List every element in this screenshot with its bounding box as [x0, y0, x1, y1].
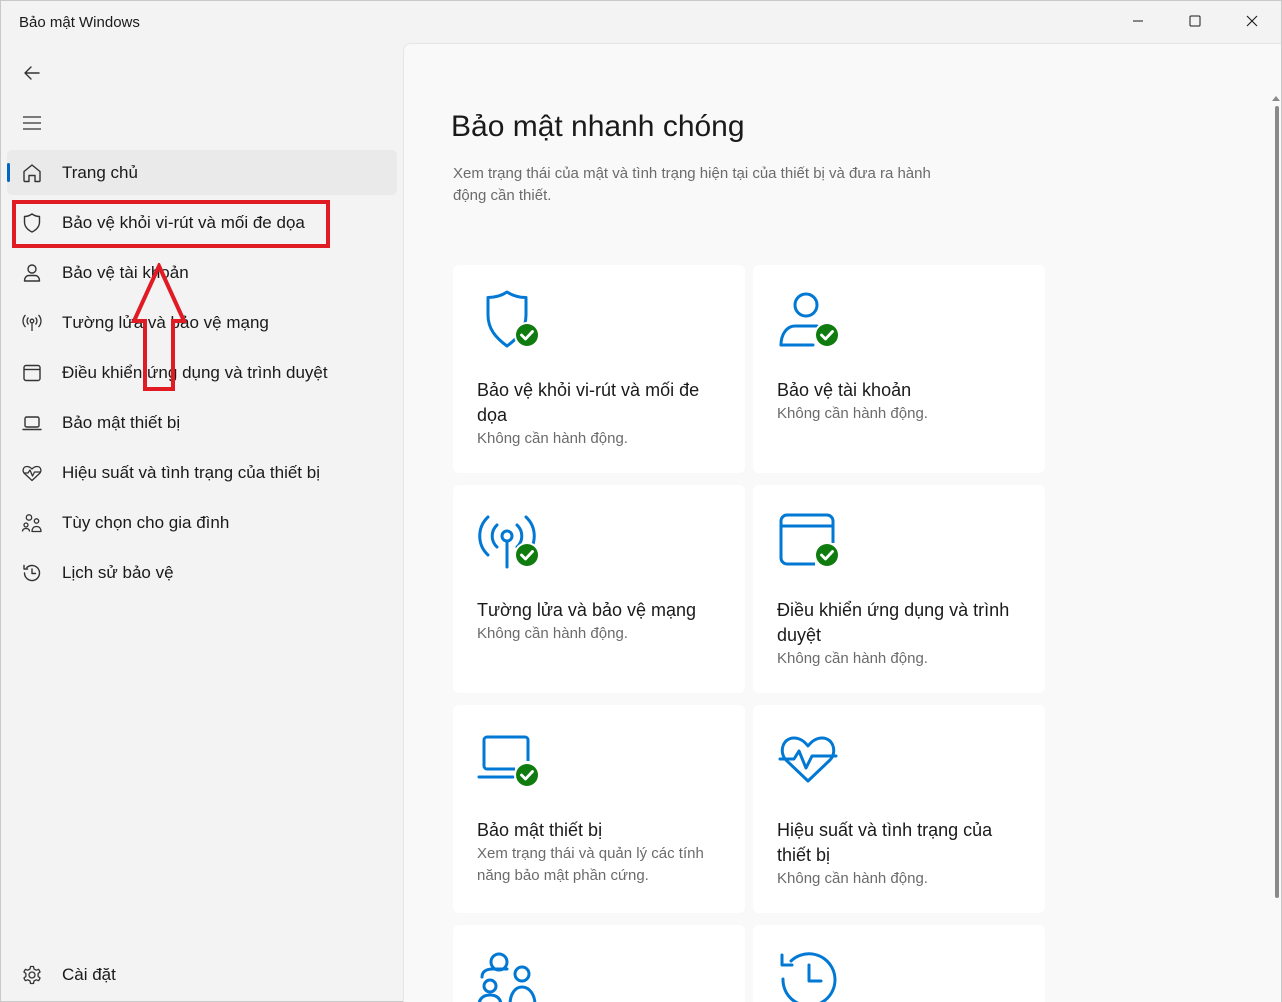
hamburger-menu-icon	[23, 116, 41, 130]
card-app-browser-control[interactable]: Điều khiển ứng dụng và trình duyệt Không…	[753, 485, 1045, 693]
sidebar-item-label: Tường lửa và bảo vệ mạng	[62, 313, 269, 332]
maximize-icon	[1189, 15, 1201, 27]
card-title: Điều khiển ứng dụng và trình duyệt	[777, 600, 1010, 645]
sidebar-item-label: Hiệu suất và tình trạng của thiết bị	[62, 463, 320, 482]
card-title: Bảo vệ khỏi vi-rút và mối đe dọa	[477, 380, 700, 425]
sidebar-item-device-performance[interactable]: Hiệu suất và tình trạng của thiết bị	[7, 450, 397, 495]
sidebar-item-virus-protection[interactable]: Bảo vệ khỏi vi-rút và mối đe dọa	[7, 200, 397, 245]
person-check-icon	[777, 289, 843, 355]
sidebar-item-app-browser-control[interactable]: Điều khiển ứng dụng và trình duyệt	[7, 350, 397, 395]
settings-label: Cài đặt	[62, 965, 116, 984]
close-icon	[1246, 15, 1258, 27]
card-title: Tường lửa và bảo vệ mạng	[477, 600, 697, 620]
card-title: Bảo vệ tài khoản	[777, 380, 912, 400]
browser-window-icon	[21, 362, 43, 384]
sidebar-nav: Trang chủ Bảo vệ khỏi vi-rút và mối đe d…	[7, 150, 397, 600]
card-virus-protection[interactable]: Bảo vệ khỏi vi-rút và mối đe dọa Không c…	[453, 265, 745, 473]
antenna-icon	[21, 312, 43, 334]
sidebar-item-label: Trang chủ	[62, 163, 138, 182]
history-icon	[777, 949, 843, 1002]
sidebar-item-account-protection[interactable]: Bảo vệ tài khoản	[7, 250, 397, 295]
scroll-up-arrow-icon[interactable]	[1272, 90, 1280, 101]
sidebar-item-label: Điều khiển ứng dụng và trình duyệt	[62, 363, 328, 382]
menu-button[interactable]	[13, 105, 51, 141]
card-status: Không cần hành động.	[477, 625, 628, 642]
card-status: Xem trạng thái và quản lý các tính năng …	[477, 845, 704, 884]
sidebar-item-protection-history[interactable]: Lịch sử bảo vệ	[7, 550, 397, 595]
selection-indicator	[7, 163, 10, 182]
sidebar-item-home[interactable]: Trang chủ	[7, 150, 397, 195]
browser-check-icon	[777, 509, 843, 575]
sidebar-item-label: Bảo vệ tài khoản	[62, 263, 189, 282]
shield-icon	[21, 212, 43, 234]
close-button[interactable]	[1229, 1, 1275, 41]
card-status: Không cần hành động.	[777, 870, 928, 887]
back-arrow-icon	[24, 66, 40, 80]
card-status: Không cần hành động.	[477, 430, 628, 447]
page-title: Bảo mật nhanh chóng	[451, 110, 745, 143]
sidebar-item-label: Tùy chọn cho gia đình	[62, 513, 230, 532]
title-bar: Bảo mật Windows	[1, 1, 1281, 43]
gear-icon	[21, 964, 43, 986]
card-account-protection[interactable]: Bảo vệ tài khoản Không cần hành động.	[753, 265, 1045, 473]
person-icon	[21, 262, 43, 284]
shield-check-icon	[477, 289, 543, 355]
back-button[interactable]	[13, 55, 51, 91]
sidebar-item-device-security[interactable]: Bảo mật thiết bị	[7, 400, 397, 445]
laptop-icon	[21, 412, 43, 434]
family-icon	[477, 949, 543, 1002]
card-device-security[interactable]: Bảo mật thiết bị Xem trạng thái và quản …	[453, 705, 745, 913]
card-title: Bảo mật thiết bị	[477, 820, 603, 840]
heart-pulse-icon	[777, 729, 843, 795]
main-content: Bảo mật nhanh chóng Xem trạng thái của m…	[403, 43, 1281, 1002]
card-device-performance[interactable]: Hiệu suất và tình trạng của thiết bị Khô…	[753, 705, 1045, 913]
sidebar-item-family-options[interactable]: Tùy chọn cho gia đình	[7, 500, 397, 545]
antenna-check-icon	[477, 509, 543, 575]
card-title: Hiệu suất và tình trạng của thiết bị	[777, 820, 993, 865]
card-protection-history[interactable]	[753, 925, 1045, 1002]
sidebar-item-label: Lịch sử bảo vệ	[62, 563, 174, 582]
minimize-icon	[1133, 20, 1143, 22]
sidebar-item-settings[interactable]: Cài đặt	[7, 952, 397, 997]
sidebar-item-label: Bảo vệ khỏi vi-rút và mối đe dọa	[62, 213, 305, 232]
sidebar-item-firewall[interactable]: Tường lửa và bảo vệ mạng	[7, 300, 397, 345]
history-icon	[21, 562, 43, 584]
sidebar-item-label: Bảo mật thiết bị	[62, 413, 181, 432]
app-title: Bảo mật Windows	[19, 14, 140, 31]
card-status: Không cần hành động.	[777, 405, 928, 422]
laptop-check-icon	[477, 729, 543, 795]
minimize-button[interactable]	[1115, 1, 1161, 41]
family-icon	[21, 512, 43, 534]
maximize-button[interactable]	[1172, 1, 1218, 41]
card-firewall[interactable]: Tường lửa và bảo vệ mạng Không cần hành …	[453, 485, 745, 693]
heart-pulse-icon	[21, 462, 43, 484]
app-window: Bảo mật Windows Trang chủ Bảo vệ khỏi vi…	[0, 0, 1282, 1002]
page-description: Xem trạng thái của mật và tình trạng hiệ…	[453, 165, 931, 204]
home-icon	[21, 162, 43, 184]
scrollbar-thumb[interactable]	[1275, 106, 1279, 898]
card-family-options[interactable]	[453, 925, 745, 1002]
card-status: Không cần hành động.	[777, 650, 928, 667]
